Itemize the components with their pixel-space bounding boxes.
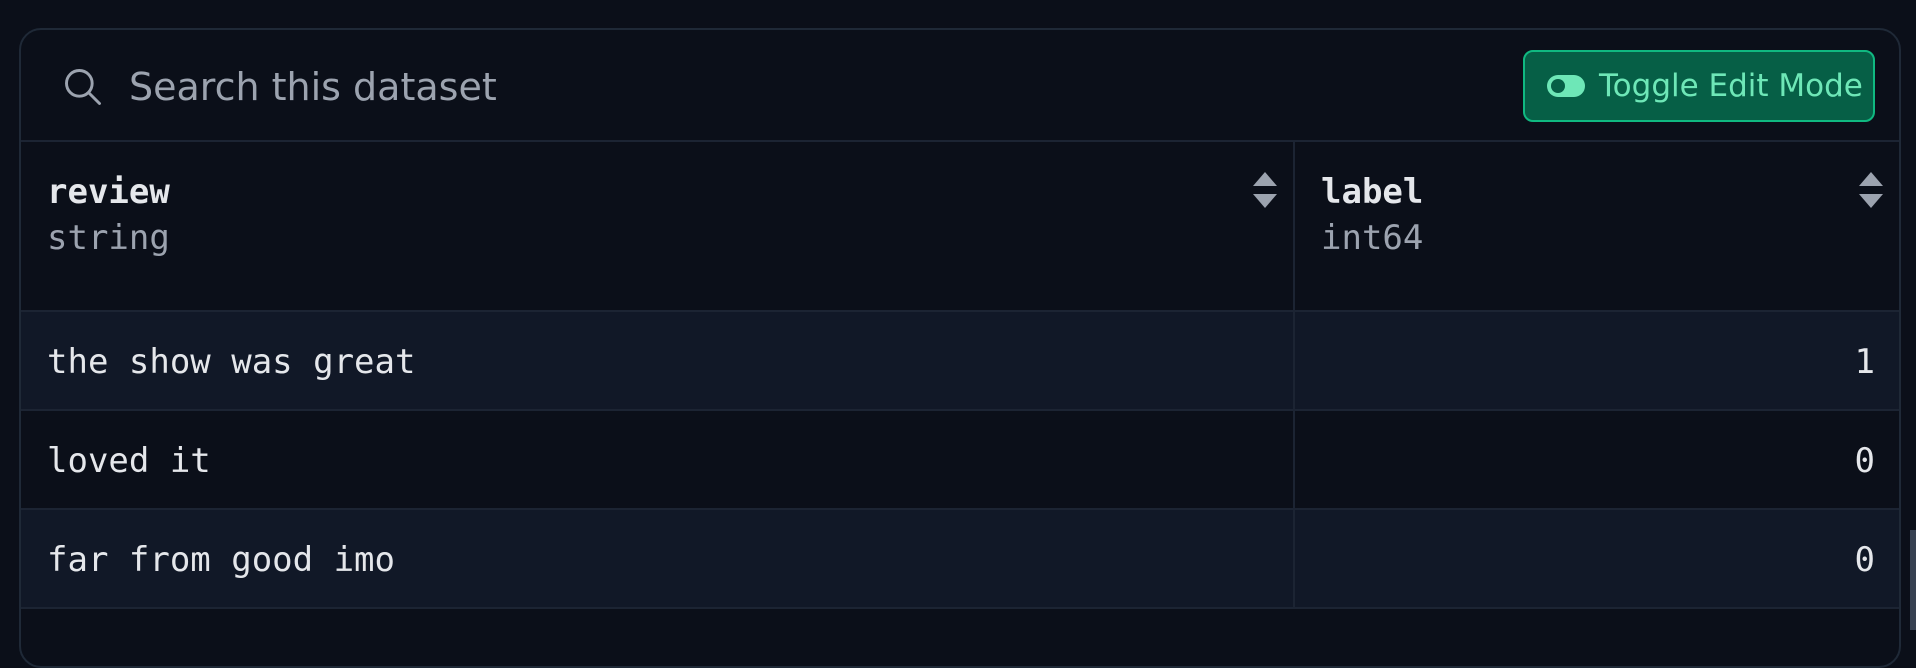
table-row[interactable]: far from good imo 0	[21, 510, 1899, 609]
data-table: review string label int64 the show was g…	[21, 142, 1899, 609]
cell-value: 0	[1854, 540, 1875, 580]
column-header-label[interactable]: label int64	[1295, 142, 1899, 310]
column-name: review	[47, 172, 170, 212]
label-cell[interactable]: 1	[1295, 312, 1899, 409]
label-cell[interactable]: 0	[1295, 411, 1899, 508]
column-name: label	[1321, 172, 1424, 212]
scrollbar-thumb[interactable]	[1910, 530, 1916, 630]
cell-value: 0	[1854, 441, 1875, 481]
cell-value: 1	[1854, 342, 1875, 382]
column-type: string	[47, 218, 170, 258]
sort-icon[interactable]	[1857, 170, 1885, 210]
search-icon	[65, 69, 101, 105]
sort-icon[interactable]	[1251, 170, 1279, 210]
search-bar: Toggle Edit Mode	[21, 30, 1899, 142]
review-cell[interactable]: far from good imo	[21, 510, 1295, 607]
cell-value: the show was great	[47, 342, 416, 382]
column-type: int64	[1321, 218, 1424, 258]
cell-value: loved it	[47, 441, 211, 481]
toggle-icon	[1547, 75, 1585, 97]
toggle-edit-mode-label: Toggle Edit Mode	[1599, 68, 1863, 104]
search-input[interactable]	[129, 60, 1129, 114]
dataset-viewer: Toggle Edit Mode review string label int…	[19, 28, 1901, 668]
toggle-edit-mode-button[interactable]: Toggle Edit Mode	[1523, 50, 1875, 122]
table-header: review string label int64	[21, 142, 1899, 312]
review-cell[interactable]: loved it	[21, 411, 1295, 508]
table-row[interactable]: the show was great 1	[21, 312, 1899, 411]
review-cell[interactable]: the show was great	[21, 312, 1295, 409]
table-row[interactable]: loved it 0	[21, 411, 1899, 510]
label-cell[interactable]: 0	[1295, 510, 1899, 607]
column-header-review[interactable]: review string	[21, 142, 1295, 310]
cell-value: far from good imo	[47, 540, 395, 580]
